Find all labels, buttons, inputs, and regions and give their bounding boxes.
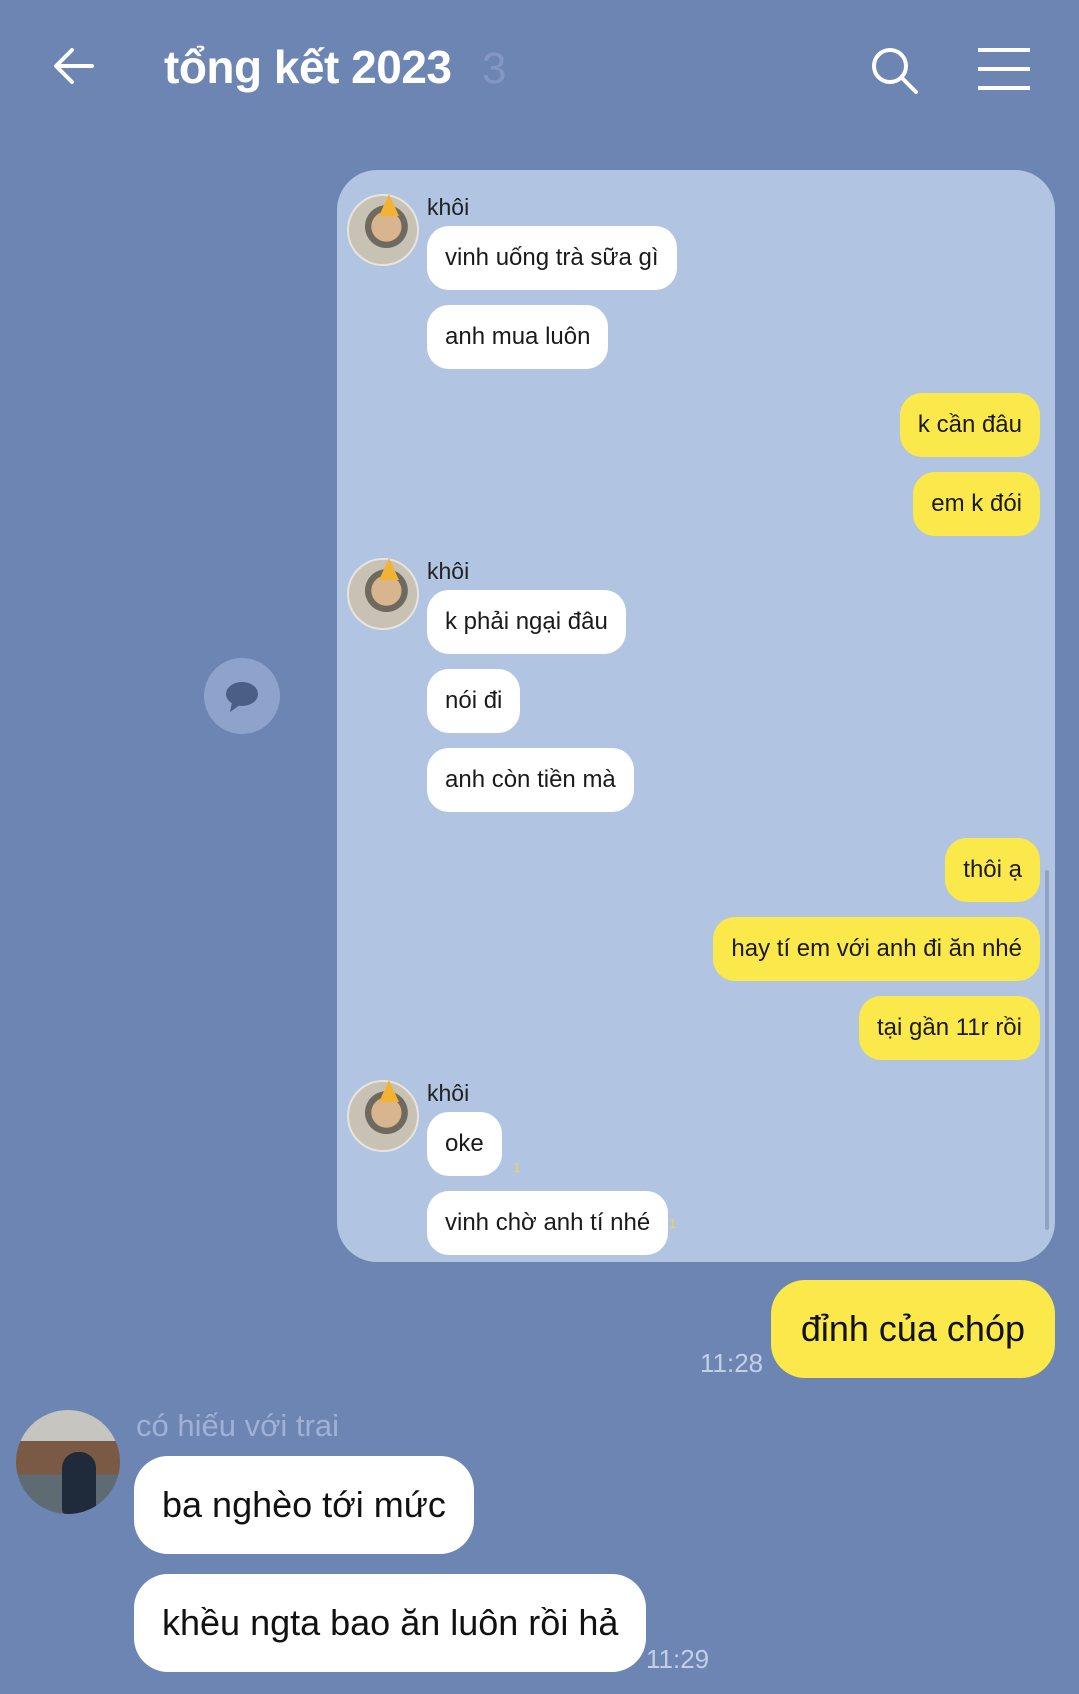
- sender-name: khôi: [427, 194, 470, 220]
- sender-name: khôi: [427, 1080, 470, 1106]
- message-time: 11:29: [646, 1644, 710, 1674]
- my-message-bubble: k cần đâu: [899, 393, 1040, 457]
- unread-count: 1: [513, 1160, 521, 1175]
- avatar: [347, 1080, 419, 1152]
- search-icon[interactable]: [868, 44, 920, 96]
- shared-screenshot-image[interactable]: khôi vinh uống trà sữa gì anh mua luôn k…: [337, 170, 1055, 1262]
- message-bubble: nói đi: [427, 669, 521, 733]
- message-time: 11:28: [700, 1348, 764, 1378]
- message-bubble: anh còn tiền mà: [427, 748, 634, 812]
- quick-reply-button[interactable]: [204, 658, 280, 734]
- chat-title: tổng kết 2023: [164, 41, 452, 93]
- menu-icon[interactable]: [976, 46, 1032, 92]
- avatar: [347, 194, 419, 266]
- sender-name: khôi: [427, 558, 470, 584]
- my-message-bubble: thôi ạ: [945, 838, 1040, 902]
- message-bubble: k phải ngại đâu: [427, 590, 626, 654]
- message-bubble[interactable]: ba nghèo tới mức: [134, 1456, 474, 1554]
- my-message-bubble: tại gần 11r rồi: [859, 996, 1040, 1060]
- unread-count: 1: [669, 1216, 677, 1231]
- panel-scrollbar: [1045, 870, 1049, 1230]
- avatar: [347, 558, 419, 630]
- my-message-bubble: hay tí em với anh đi ăn nhé: [713, 917, 1040, 981]
- sender-name: có hiếu với trai: [136, 1408, 339, 1443]
- message-bubble: anh mua luôn: [427, 305, 609, 369]
- message-bubble: oke: [427, 1112, 502, 1176]
- my-message-bubble[interactable]: đỉnh của chóp: [770, 1280, 1055, 1378]
- my-message-bubble: em k đói: [913, 472, 1040, 536]
- member-count: 3: [482, 44, 507, 93]
- back-arrow-icon[interactable]: [52, 44, 96, 88]
- message-bubble: vinh uống trà sữa gì: [427, 226, 677, 290]
- message-bubble: vinh chờ anh tí nhé: [427, 1191, 669, 1255]
- chat-bubble-icon: [226, 682, 258, 712]
- message-bubble[interactable]: khều ngta bao ăn luôn rồi hả: [134, 1574, 647, 1672]
- avatar[interactable]: [16, 1410, 120, 1514]
